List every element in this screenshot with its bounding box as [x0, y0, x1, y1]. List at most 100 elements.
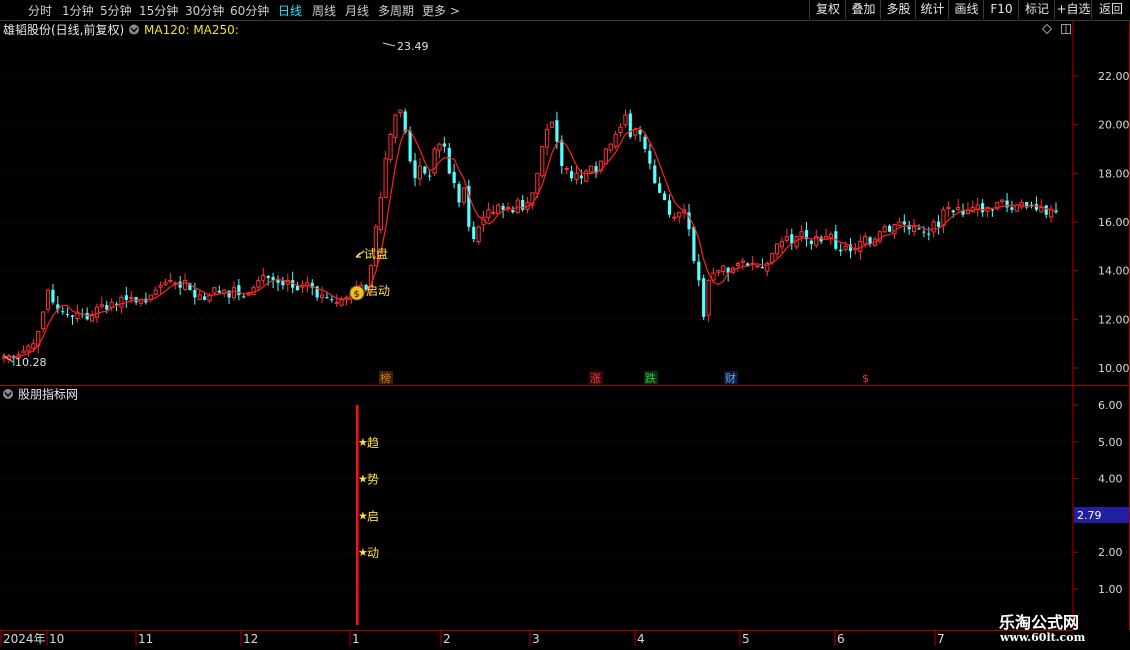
candle [417, 158, 423, 186]
candle [197, 290, 202, 301]
candle [237, 278, 241, 301]
candle [549, 120, 555, 128]
period-weekly[interactable]: 周线 [312, 2, 336, 19]
period-monthly[interactable]: 月线 [345, 2, 369, 19]
period-15min[interactable]: 15分钟 [139, 2, 178, 19]
period-fenshi[interactable]: 分时 [28, 2, 52, 19]
period-daily[interactable]: 日线 [278, 2, 302, 19]
candle [814, 229, 819, 249]
period-1min[interactable]: 1分钟 [62, 2, 94, 19]
candle [941, 206, 946, 233]
time-label: 4 [637, 632, 645, 646]
candle [540, 145, 545, 179]
price-tick-label: 10.00 [1098, 362, 1130, 375]
time-label: 7 [937, 632, 945, 646]
price-tick-label: 22.00 [1098, 70, 1130, 83]
candle [706, 278, 711, 322]
money-bag-icon: $ [349, 285, 365, 301]
candle [1019, 199, 1024, 210]
overlay-button[interactable]: 叠加 [845, 0, 881, 19]
event-badge-zhang-label: 涨 [590, 372, 601, 385]
candle [295, 281, 300, 291]
candle [461, 186, 467, 206]
draw-line-button[interactable]: 画线 [948, 0, 984, 19]
candle [721, 265, 726, 276]
candle [956, 199, 961, 212]
candle [99, 296, 104, 310]
ma-indicator-label: MA120: MA250: [144, 23, 239, 37]
indicator-tick-label: 6.00 [1098, 399, 1123, 412]
sub-indicator-dropdown-icon[interactable] [3, 389, 13, 399]
candle [383, 151, 388, 199]
candle [182, 273, 188, 291]
stock-title: 雄韬股份(日线,前复权) [3, 22, 124, 37]
candle [608, 143, 613, 153]
kline-chart[interactable]: 10.0012.0014.0016.0018.0020.0022.00 1.00… [0, 0, 1130, 650]
statistics-button[interactable]: 统计 [915, 0, 949, 19]
candle [981, 199, 985, 217]
candle [975, 197, 980, 217]
period-30min[interactable]: 30分钟 [185, 2, 224, 19]
svg-text:$: $ [354, 290, 360, 300]
candle [505, 202, 511, 213]
period-5min[interactable]: 5分钟 [100, 2, 132, 19]
sub-grid [0, 404, 1073, 590]
candle [697, 253, 701, 287]
time-label: 6 [837, 632, 845, 646]
candle [163, 278, 168, 286]
max-price-label: 23.49 [397, 40, 429, 53]
time-label: 2 [443, 632, 451, 646]
candle [804, 221, 809, 247]
candle [496, 202, 501, 215]
candle [85, 307, 89, 321]
period-more[interactable]: 更多 > [422, 2, 460, 19]
candle [995, 202, 1000, 211]
candle [990, 208, 994, 217]
candle [716, 269, 721, 277]
candle [618, 123, 623, 137]
panel-toggle-icon[interactable] [1061, 24, 1071, 34]
fuquan-button[interactable]: 复权 [809, 0, 846, 19]
max-price-pointer [382, 42, 396, 47]
multi-stock-button[interactable]: 多股 [880, 0, 916, 19]
candle [784, 228, 789, 243]
candle [774, 243, 780, 259]
event-badge-list[interactable]: 榜 涨 跌 财 $ [379, 371, 869, 385]
candle [653, 159, 657, 184]
candle [882, 223, 887, 233]
mark-button[interactable]: 标记 [1018, 0, 1055, 19]
time-label: 1 [352, 632, 360, 646]
candle [168, 272, 173, 284]
candle [124, 287, 128, 308]
price-tick-label: 20.00 [1098, 119, 1130, 132]
time-label: 2024年 [3, 632, 46, 646]
indicator-dropdown-icon[interactable] [129, 24, 139, 35]
candle [750, 255, 755, 270]
indicator-tick-label: 4.00 [1098, 473, 1123, 486]
candle [760, 258, 765, 269]
price-tick-label: 12.00 [1098, 313, 1130, 326]
candle [819, 235, 823, 245]
back-button[interactable]: 返回 [1091, 0, 1130, 19]
period-multi[interactable]: 多周期 [378, 2, 414, 19]
event-badge-bang-label: 榜 [380, 371, 391, 385]
candle [476, 225, 481, 245]
candle [452, 163, 456, 189]
f10-button[interactable]: F10 [983, 0, 1019, 19]
event-badge-dollar-label[interactable]: $ [862, 372, 869, 385]
candle [790, 228, 794, 250]
candle [388, 132, 393, 163]
indicator-tick-label: 2.00 [1098, 546, 1123, 559]
period-60min[interactable]: 60分钟 [230, 2, 269, 19]
time-label: 10 [49, 632, 64, 646]
candle [70, 314, 75, 325]
candle [667, 194, 672, 218]
signal-trial-label: 试盘 [364, 246, 388, 261]
candle [907, 220, 911, 235]
candle [334, 294, 339, 308]
candle [339, 296, 344, 307]
add-favorite-button[interactable]: +自选 [1054, 0, 1092, 19]
candle [45, 288, 51, 313]
signal-markers: ★ 趋★ 势★ 启★ 动 [358, 436, 379, 560]
diamond-icon[interactable] [1041, 23, 1053, 35]
